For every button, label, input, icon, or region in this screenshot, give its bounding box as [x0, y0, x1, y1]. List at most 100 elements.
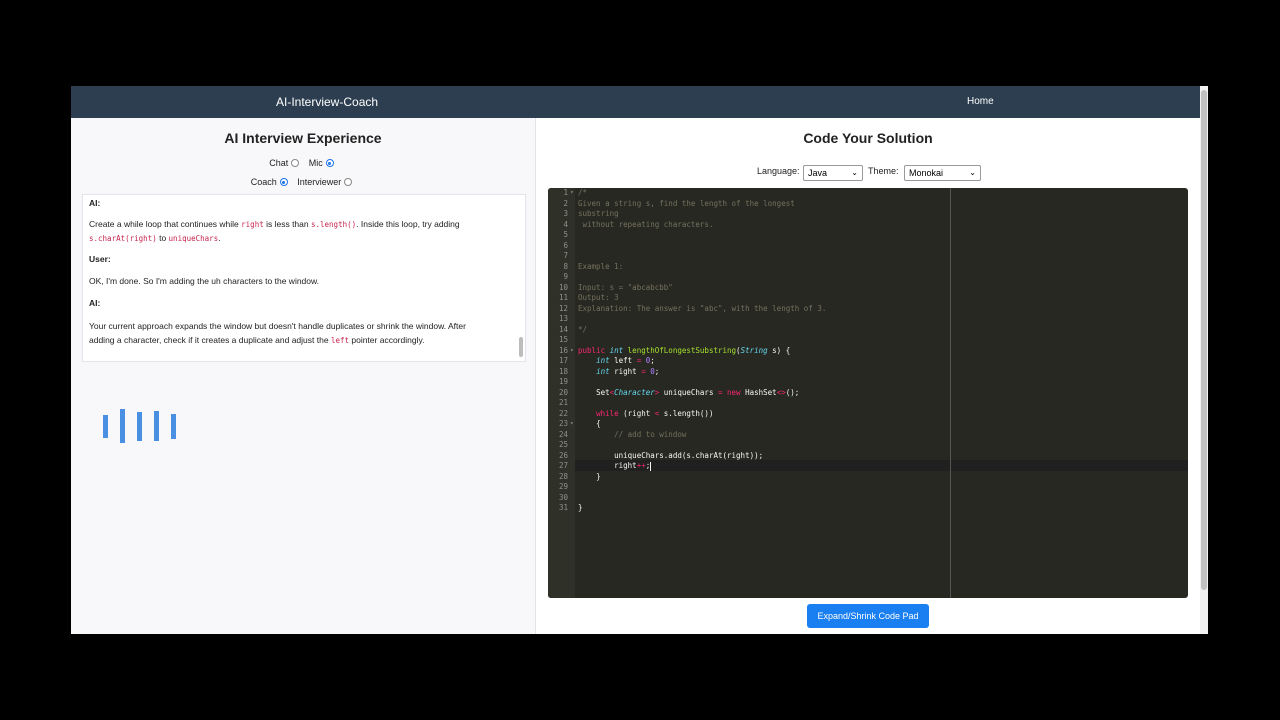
line-number: 19 — [558, 377, 568, 386]
code-line[interactable]: { — [578, 419, 601, 430]
code-line[interactable]: } — [578, 503, 583, 514]
line-number: 16 — [558, 345, 568, 355]
line-number: 20 — [558, 387, 568, 397]
code-line[interactable]: /* — [578, 188, 587, 199]
message-speaker: AI: — [89, 298, 101, 308]
line-number: 22 — [558, 408, 568, 418]
line-number: 12 — [558, 303, 568, 313]
theme-label: Theme: — [868, 166, 899, 176]
chat-scrollbar[interactable] — [517, 195, 524, 361]
coach-label: Coach — [250, 177, 277, 187]
line-number: 28 — [558, 471, 568, 481]
coach-option[interactable]: Coach — [251, 177, 291, 187]
code-line[interactable]: without repeating characters. — [578, 220, 714, 231]
code-line[interactable]: public int lengthOfLongestSubstring(Stri… — [578, 346, 790, 357]
line-number: 23 — [558, 419, 568, 428]
app-window: AI-Interview-Coach Home AI Interview Exp… — [71, 86, 1208, 634]
inline-code: uniqueChars — [168, 233, 219, 243]
code-line[interactable]: // add to window — [578, 430, 686, 441]
code-line[interactable]: int left = 0; — [578, 356, 655, 367]
audio-level-bar — [171, 414, 176, 439]
mic-radio[interactable] — [325, 159, 334, 167]
line-number: 15 — [558, 335, 568, 344]
audio-level-bar — [137, 412, 142, 441]
line-number: 21 — [558, 398, 568, 407]
page-scroll-thumb[interactable] — [1201, 90, 1207, 590]
line-number: 17 — [558, 356, 568, 365]
line-number: 27 — [558, 461, 568, 470]
message-text: Your current approach expands the window… — [89, 321, 466, 345]
language-label: Language: — [757, 166, 800, 176]
audio-level-bar — [120, 409, 125, 443]
message-text: Create a while loop that continues while… — [89, 219, 460, 243]
language-value: Java — [808, 168, 828, 178]
interview-title: AI Interview Experience — [224, 130, 382, 146]
chat-option[interactable]: Chat — [269, 158, 302, 168]
code-line[interactable]: Input: s = "abcabcbb" — [578, 283, 673, 294]
brand-title[interactable]: AI-Interview-Coach — [276, 95, 378, 109]
code-line[interactable]: right++; — [578, 461, 652, 472]
code-line[interactable]: substring — [578, 209, 619, 220]
line-number: 1 — [563, 188, 568, 197]
line-number: 18 — [558, 366, 568, 376]
fold-icon[interactable]: ▾ — [570, 346, 574, 357]
theme-select[interactable]: Monokai ⌄ — [904, 165, 981, 181]
mic-visualizer — [103, 406, 183, 446]
inline-code: s.length() — [310, 220, 357, 229]
line-number: 5 — [563, 230, 568, 239]
code-line[interactable]: Example 1: — [578, 262, 623, 273]
message-speaker: User: — [89, 254, 111, 264]
interviewer-label: Interviewer — [297, 177, 342, 187]
code-line[interactable]: Output: 3 — [578, 293, 619, 304]
line-number: 7 — [563, 251, 568, 260]
theme-value: Monokai — [909, 168, 944, 178]
coach-radio[interactable] — [279, 178, 288, 186]
code-line[interactable]: Set<Character> uniqueChars = new HashSet… — [578, 388, 799, 399]
inline-code: s.charAt(right) — [89, 233, 157, 243]
line-number: 2 — [563, 198, 568, 208]
line-number: 30 — [558, 492, 568, 502]
message-speaker: AI: — [89, 198, 101, 208]
line-number: 3 — [563, 209, 568, 218]
fold-icon[interactable]: ▾ — [570, 188, 574, 199]
line-number: 11 — [558, 293, 568, 302]
interviewer-option[interactable]: Interviewer — [297, 177, 355, 187]
chevron-down-icon: ⌄ — [969, 168, 976, 177]
audio-level-bar — [154, 411, 159, 441]
code-line[interactable]: Explanation: The answer is "abc", with t… — [578, 304, 826, 315]
code-line[interactable]: int right = 0; — [578, 367, 659, 378]
language-select[interactable]: Java ⌄ — [803, 165, 863, 181]
line-number: 6 — [563, 240, 568, 250]
line-number: 25 — [558, 440, 568, 449]
print-margin — [950, 188, 951, 598]
line-number: 14 — [558, 324, 568, 334]
line-number: 10 — [558, 282, 568, 292]
mic-label: Mic — [308, 158, 323, 168]
code-line[interactable]: while (right < s.length()) — [578, 409, 713, 420]
interview-panel: AI Interview Experience Chat Mic Coach I… — [71, 118, 536, 634]
chat-scroll-thumb[interactable] — [519, 337, 523, 357]
code-editor[interactable]: ▾ ▾ ▾ ▾ /* Given a string s, find the le… — [548, 188, 1188, 598]
interviewer-radio[interactable] — [344, 178, 353, 186]
page-scrollbar[interactable] — [1200, 86, 1208, 634]
home-link[interactable]: Home — [967, 96, 994, 107]
line-number: 8 — [563, 261, 568, 271]
code-title: Code Your Solution — [803, 130, 933, 146]
code-line[interactable]: Given a string s, find the length of the… — [578, 199, 795, 210]
fold-icon[interactable]: ▾ — [570, 419, 574, 430]
text-cursor — [650, 461, 652, 471]
code-line[interactable]: */ — [578, 325, 587, 336]
chat-label: Chat — [269, 158, 289, 168]
line-number: 9 — [563, 272, 568, 281]
line-number: 31 — [558, 503, 568, 512]
inline-code: left — [330, 335, 349, 345]
code-line[interactable]: } — [578, 472, 601, 483]
line-number: 4 — [563, 219, 568, 229]
chat-transcript[interactable]: AI: Create a while loop that continues w… — [82, 194, 526, 362]
mic-option[interactable]: Mic — [309, 158, 337, 168]
code-panel: Code Your Solution Language: Java ⌄ Them… — [536, 118, 1200, 634]
chat-radio[interactable] — [291, 159, 300, 167]
role-mode-group: Coach Interviewer — [71, 177, 535, 187]
code-line[interactable]: uniqueChars.add(s.charAt(right)); — [578, 451, 763, 462]
expand-shrink-button[interactable]: Expand/Shrink Code Pad — [807, 604, 929, 628]
